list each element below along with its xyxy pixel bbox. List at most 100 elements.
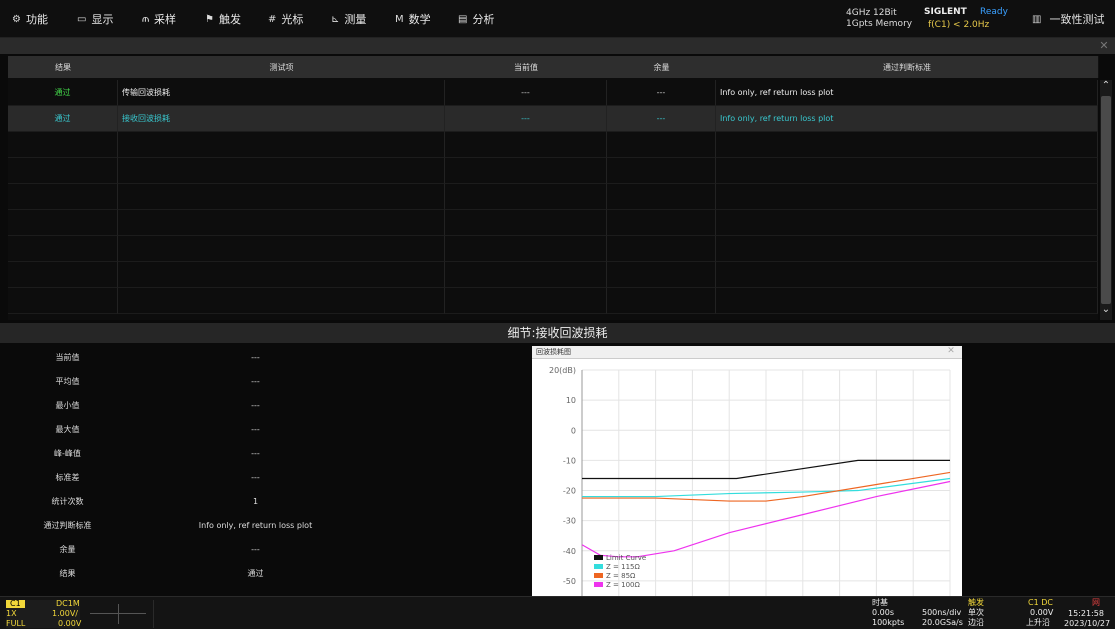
plot-close-icon[interactable]: ✕: [944, 346, 958, 358]
detail-label: 标准差: [55, 472, 80, 482]
menu-cursor[interactable]: # 光标: [268, 0, 303, 38]
add-channel-button[interactable]: [84, 600, 154, 628]
trigger-source: C1 DC: [1028, 598, 1053, 607]
y-tick-label: -30: [563, 517, 576, 526]
table-row[interactable]: 通过 传输回波损耗 --- --- Info only, ref return …: [8, 80, 1098, 106]
plus-icon-v: [118, 604, 119, 624]
empty-cell: [445, 288, 607, 314]
math-icon: M: [395, 13, 404, 25]
channel1-box[interactable]: C1 DC1M 1X 1.00V/ FULL 0.00V: [6, 600, 81, 628]
empty-cell: [607, 288, 716, 314]
scrollbar-thumb[interactable]: [1101, 96, 1111, 304]
function-icon: ⚙: [12, 13, 21, 25]
detail-label: 统计次数: [51, 496, 84, 506]
detail-row: 结果 通过: [0, 561, 376, 585]
plot-title-bar[interactable]: [532, 346, 962, 359]
row-result: 通过: [8, 106, 118, 132]
empty-cell: [445, 262, 607, 288]
legend-swatch: [594, 573, 603, 578]
empty-cell: [716, 184, 1098, 210]
detail-label: 当前值: [55, 352, 80, 362]
trigger-icon: ⚑: [205, 13, 214, 25]
row-result: 通过: [8, 80, 118, 106]
menu-analysis-label: 分析: [472, 13, 495, 26]
row-current: ---: [445, 80, 607, 106]
trigger-type: 边沿: [968, 618, 984, 627]
clock-time: 15:21:58: [1068, 609, 1104, 618]
menu-display[interactable]: ▭ 显示: [77, 0, 113, 38]
trigger-level: 0.00V: [1030, 608, 1054, 617]
detail-label: 最大值: [55, 424, 80, 434]
timebase-box[interactable]: 时基 0.00s 500ns/div 100kpts 20.0GSa/s: [872, 599, 964, 629]
row-criteria: Info only, ref return loss plot: [716, 80, 1098, 106]
channel1-bandwidth: FULL: [6, 619, 26, 628]
conformance-label: 一致性测试: [1049, 13, 1105, 26]
menu-trigger-label: 触发: [218, 13, 241, 26]
detail-value: ---: [251, 448, 260, 458]
header-margin[interactable]: 余量: [607, 56, 717, 78]
menu-measure[interactable]: ⊾ 测量: [331, 0, 366, 38]
menu-trigger[interactable]: ⚑ 触发: [205, 0, 241, 38]
y-tick-label: 0: [571, 426, 576, 435]
empty-cell: [8, 184, 118, 210]
close-icon[interactable]: ✕: [1097, 38, 1111, 54]
detail-value: 1: [252, 496, 259, 506]
header-test-item[interactable]: 测试项: [118, 56, 446, 78]
detail-label: 余量: [59, 544, 76, 554]
top-menu-bar: ⚙ 功能 ▭ 显示 ⫙ 采样 ⚑ 触发 # 光标 ⊾ 测量 M 数学 ▤ 分析 4GHz 12B…: [0, 0, 1115, 38]
menu-math[interactable]: M 数学: [395, 0, 431, 38]
timebase-scale: 500ns/div: [922, 608, 962, 617]
bottom-status-bar: C1 DC1M 1X 1.00V/ FULL 0.00V 时基 0.00s 50…: [0, 596, 1115, 629]
row-criteria: Info only, ref return loss plot: [716, 106, 1098, 132]
acquire-icon: ⫙: [142, 13, 149, 25]
y-tick-label: -20: [563, 487, 576, 496]
detail-row: 峰-峰值 ---: [0, 441, 376, 465]
table-row-selected[interactable]: 通过 接收回波损耗 --- --- Info only, ref return …: [8, 106, 1098, 132]
detail-row: 通过判断标准 Info only, ref return loss plot: [0, 513, 376, 537]
trigger-box[interactable]: 触发 C1 DC 单次 0.00V 边沿 上升沿: [968, 599, 1064, 629]
detail-row: 余量 ---: [0, 537, 376, 561]
legend-label: Z = 100Ω: [606, 581, 640, 589]
detail-row: 统计次数 1: [0, 489, 376, 513]
table-row-empty: [8, 132, 1098, 158]
chevron-down-icon[interactable]: ⌄: [1100, 304, 1112, 320]
table-row-empty: [8, 236, 1098, 262]
table-row-empty: [8, 184, 1098, 210]
menu-acquire-label: 采样: [153, 13, 176, 26]
menu-acquire[interactable]: ⫙ 采样: [142, 0, 176, 38]
menu-analysis[interactable]: ▤ 分析: [458, 0, 494, 38]
y-tick-label: 20(dB): [549, 366, 576, 375]
detail-value: 通过: [247, 568, 264, 578]
detail-value: ---: [251, 400, 260, 410]
y-tick-label: -40: [563, 547, 576, 556]
legend-swatch: [594, 582, 603, 587]
menu-function[interactable]: ⚙ 功能: [12, 0, 48, 38]
chevron-up-icon[interactable]: ⌃: [1100, 80, 1112, 96]
status-box: 4GHz 12Bit 1Gpts Memory SIGLENT Ready f(…: [830, 4, 1023, 34]
channel1-probe: 1X: [6, 609, 17, 618]
menu-math-label: 数学: [408, 13, 431, 26]
detail-value: Info only, ref return loss plot: [198, 520, 313, 530]
empty-cell: [8, 158, 118, 184]
menu-measure-label: 测量: [344, 13, 367, 26]
y-tick-label: -50: [563, 577, 576, 586]
detail-title: 细节:接收回波损耗: [507, 326, 608, 340]
detail-label: 峰-峰值: [54, 448, 81, 458]
header-current-value[interactable]: 当前值: [445, 56, 608, 78]
brand-logo: SIGLENT: [924, 7, 967, 17]
y-tick-label: 10: [566, 396, 576, 405]
row-test-item: 传输回波损耗: [118, 80, 445, 106]
header-criteria[interactable]: 通过判断标准: [716, 56, 1099, 78]
detail-row: 最大值 ---: [0, 417, 376, 441]
detail-label: 结果: [59, 568, 76, 578]
header-result[interactable]: 结果: [8, 56, 119, 78]
legend-label: Limit Curve: [606, 554, 646, 562]
timebase-rate: 20.0GSa/s: [922, 618, 963, 627]
trigger-slope: 上升沿: [1026, 618, 1050, 627]
detail-row: 最小值 ---: [0, 393, 376, 417]
trigger-mode: 单次: [968, 608, 984, 617]
empty-cell: [118, 132, 445, 158]
conformance-test-button[interactable]: ▥ 一致性测试: [1028, 0, 1115, 38]
timebase-delay: 0.00s: [872, 608, 894, 617]
detail-row: 标准差 ---: [0, 465, 376, 489]
